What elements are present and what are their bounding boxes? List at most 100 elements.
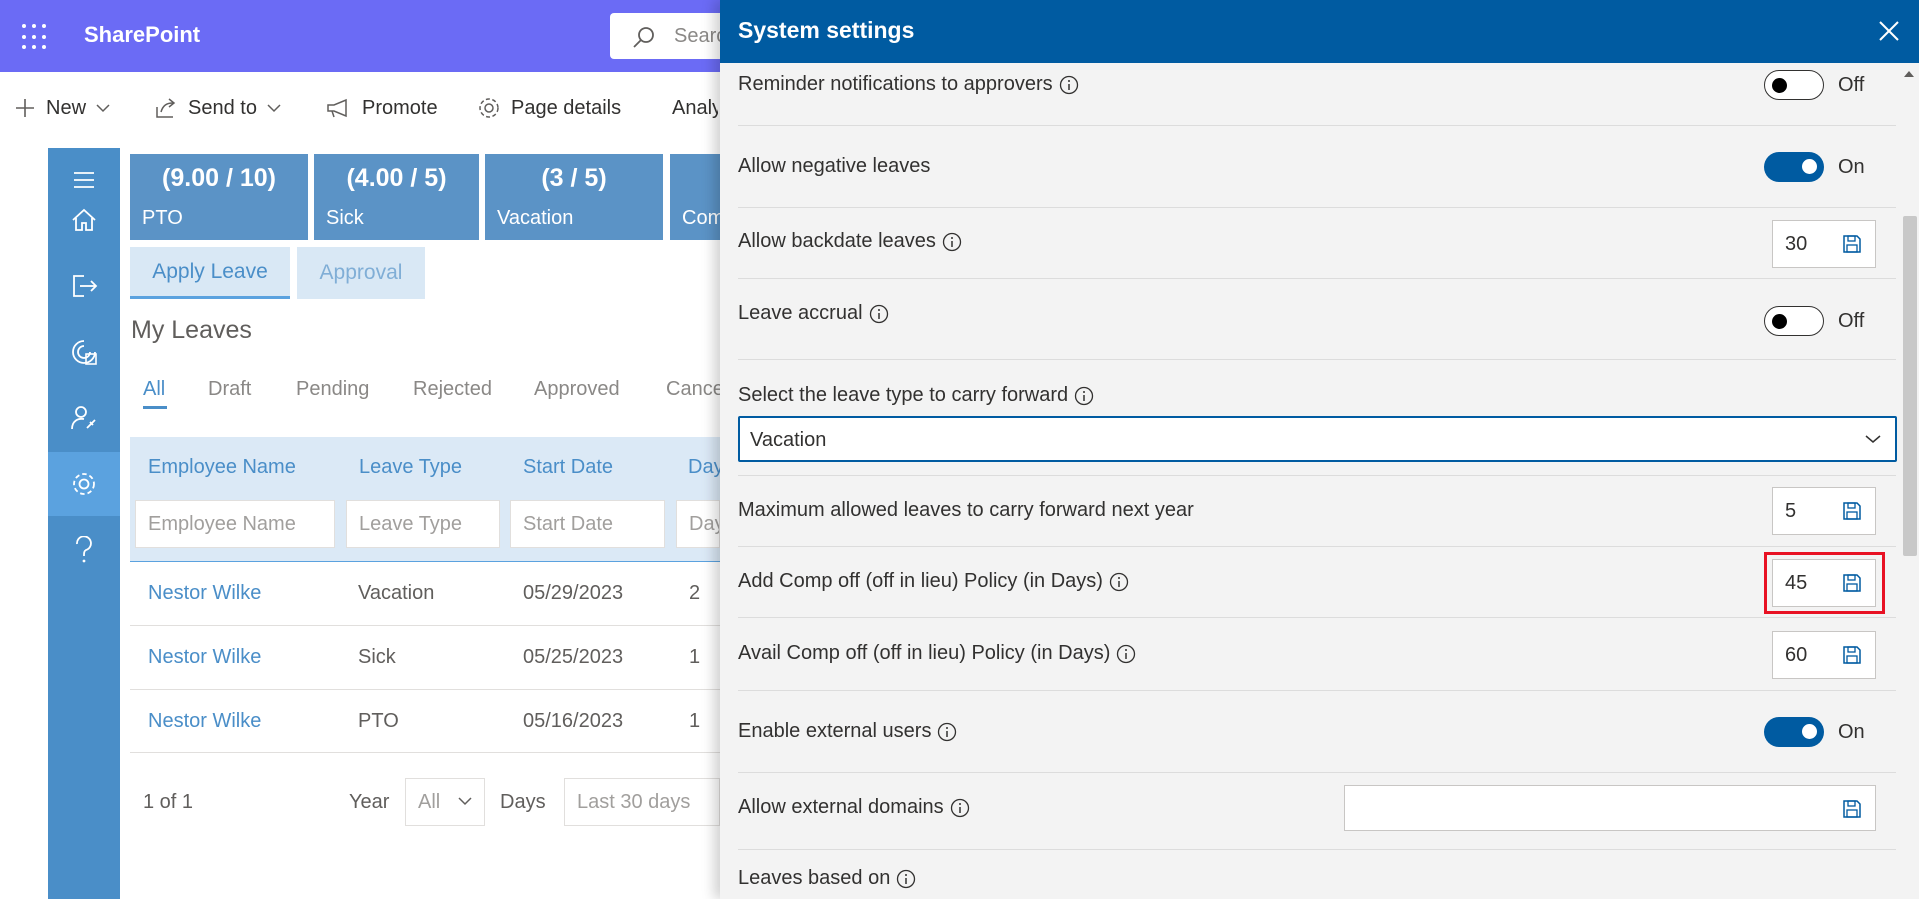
promote-label: Promote xyxy=(362,96,438,119)
avail-comp-off-input[interactable]: 60 xyxy=(1772,631,1876,679)
days-filter[interactable]: Days xyxy=(676,500,720,548)
info-icon[interactable] xyxy=(950,798,970,818)
new-button[interactable]: New xyxy=(14,94,110,122)
row-employee-link[interactable]: Nestor Wilke xyxy=(148,582,261,605)
divider xyxy=(738,475,1896,476)
start-date-filter[interactable]: Start Date xyxy=(510,500,665,548)
analytics-button[interactable]: Analytics xyxy=(662,94,718,122)
tab-pending[interactable]: Pending xyxy=(296,378,369,401)
info-icon[interactable] xyxy=(1059,75,1079,95)
reports-icon[interactable] xyxy=(48,320,120,384)
column-leave-type[interactable]: Leave Type xyxy=(359,456,462,479)
scroll-up-arrow-icon[interactable] xyxy=(1903,70,1915,78)
external-users-label-text: Enable external users xyxy=(738,720,932,742)
tab-approved[interactable]: Approved xyxy=(534,378,620,401)
carry-type-label-text: Select the leave type to carry forward xyxy=(738,384,1069,406)
my-leaves-title: My Leaves xyxy=(131,316,252,344)
close-icon[interactable] xyxy=(1877,19,1901,43)
row-days: 1 xyxy=(689,646,701,668)
sign-out-icon[interactable] xyxy=(48,254,120,318)
divider xyxy=(738,125,1896,126)
info-icon[interactable] xyxy=(1116,644,1136,664)
row-days: 2 xyxy=(689,582,701,604)
column-employee-name[interactable]: Employee Name xyxy=(148,456,296,479)
tab-all[interactable]: All xyxy=(143,378,165,401)
share-icon xyxy=(156,98,176,118)
brand-name[interactable]: SharePoint xyxy=(84,22,200,48)
plus-icon xyxy=(16,99,34,117)
enable-external-users-toggle[interactable] xyxy=(1764,717,1824,747)
external-domains-input[interactable] xyxy=(1344,785,1876,831)
app-rail xyxy=(48,148,120,899)
tab-draft[interactable]: Draft xyxy=(208,378,251,401)
carry-forward-max-input[interactable]: 5 xyxy=(1772,487,1876,535)
active-tab-indicator xyxy=(143,406,167,409)
divider xyxy=(738,849,1896,850)
app-launcher-icon[interactable] xyxy=(22,24,48,50)
save-icon[interactable] xyxy=(1841,500,1863,522)
carry-forward-type-dropdown[interactable]: Vacation xyxy=(738,416,1897,462)
employee-name-filter[interactable]: Employee Name xyxy=(135,500,335,548)
leave-balance-tile-sick[interactable]: (4.00 / 5) Sick xyxy=(314,154,479,240)
approval-button[interactable]: Approval xyxy=(297,247,425,299)
info-icon[interactable] xyxy=(869,304,889,324)
carry-max-value: 5 xyxy=(1785,500,1797,522)
row-leave-type: Sick xyxy=(358,646,396,668)
external-domains-label-text: Allow external domains xyxy=(738,796,944,818)
info-icon[interactable] xyxy=(1074,386,1094,406)
reminder-notifications-toggle[interactable] xyxy=(1764,70,1824,100)
apply-leave-button[interactable]: Apply Leave xyxy=(130,247,290,299)
help-icon[interactable] xyxy=(48,518,120,582)
row-leave-type: Vacation xyxy=(358,582,435,604)
allow-negative-leaves-toggle[interactable] xyxy=(1764,152,1824,182)
info-icon[interactable] xyxy=(1109,572,1129,592)
leaves-based-label-text: Leaves based on xyxy=(738,867,891,889)
add-comp-off-label: Add Comp off (off in lieu) Policy (in Da… xyxy=(738,570,1129,593)
page-details-button[interactable]: Page details xyxy=(477,94,621,122)
promote-button[interactable]: Promote xyxy=(326,94,438,122)
chevron-down-icon xyxy=(1865,435,1881,443)
avail-comp-value: 60 xyxy=(1785,644,1808,666)
chevron-down-icon xyxy=(267,104,281,113)
leave-balance-tile-vacation[interactable]: (3 / 5) Vacation xyxy=(485,154,663,240)
save-icon[interactable] xyxy=(1841,233,1863,255)
save-icon[interactable] xyxy=(1841,644,1863,666)
info-icon[interactable] xyxy=(937,722,957,742)
row-divider xyxy=(130,625,720,626)
divider xyxy=(738,278,1896,279)
row-employee-link[interactable]: Nestor Wilke xyxy=(148,646,261,669)
settings-gear-icon[interactable] xyxy=(48,452,120,516)
leave-type-filter[interactable]: Leave Type xyxy=(346,500,500,548)
home-icon[interactable] xyxy=(48,188,120,252)
days-select[interactable]: Last 30 days xyxy=(564,778,720,826)
save-icon[interactable] xyxy=(1841,798,1863,820)
page-details-label: Page details xyxy=(511,96,622,119)
divider xyxy=(738,690,1896,691)
scrollbar-thumb[interactable] xyxy=(1903,216,1917,556)
backdate-value: 30 xyxy=(1785,233,1808,255)
info-icon[interactable] xyxy=(896,869,916,889)
row-divider xyxy=(130,752,720,753)
leaves-based-on-label: Leaves based on xyxy=(738,867,916,890)
row-employee-link[interactable]: Nestor Wilke xyxy=(148,710,261,733)
leave-balance-tile-pto[interactable]: (9.00 / 10) PTO xyxy=(130,154,308,240)
tile-count: (3 / 5) xyxy=(541,164,607,192)
backdate-days-input[interactable]: 30 xyxy=(1772,220,1876,268)
divider xyxy=(738,772,1896,773)
send-to-button[interactable]: Send to xyxy=(154,94,281,122)
info-icon[interactable] xyxy=(942,232,962,252)
year-select[interactable]: All xyxy=(405,778,485,826)
leave-accrual-toggle[interactable] xyxy=(1764,306,1824,336)
reminder-toggle-state: Off xyxy=(1838,74,1865,96)
tab-cancelled[interactable]: Cancelled xyxy=(666,378,720,401)
days-label: Days xyxy=(500,791,546,813)
row-start-date: 05/25/2023 xyxy=(523,646,624,668)
user-settings-icon[interactable] xyxy=(48,386,120,450)
leave-balance-tile-comp-off[interactable]: Comp off xyxy=(670,154,720,240)
column-days[interactable]: Days xyxy=(688,456,720,479)
accrual-toggle-state: Off xyxy=(1838,310,1865,332)
megaphone-icon xyxy=(327,98,347,118)
tab-rejected[interactable]: Rejected xyxy=(413,378,492,401)
column-start-date[interactable]: Start Date xyxy=(523,456,613,479)
row-divider xyxy=(130,689,720,690)
